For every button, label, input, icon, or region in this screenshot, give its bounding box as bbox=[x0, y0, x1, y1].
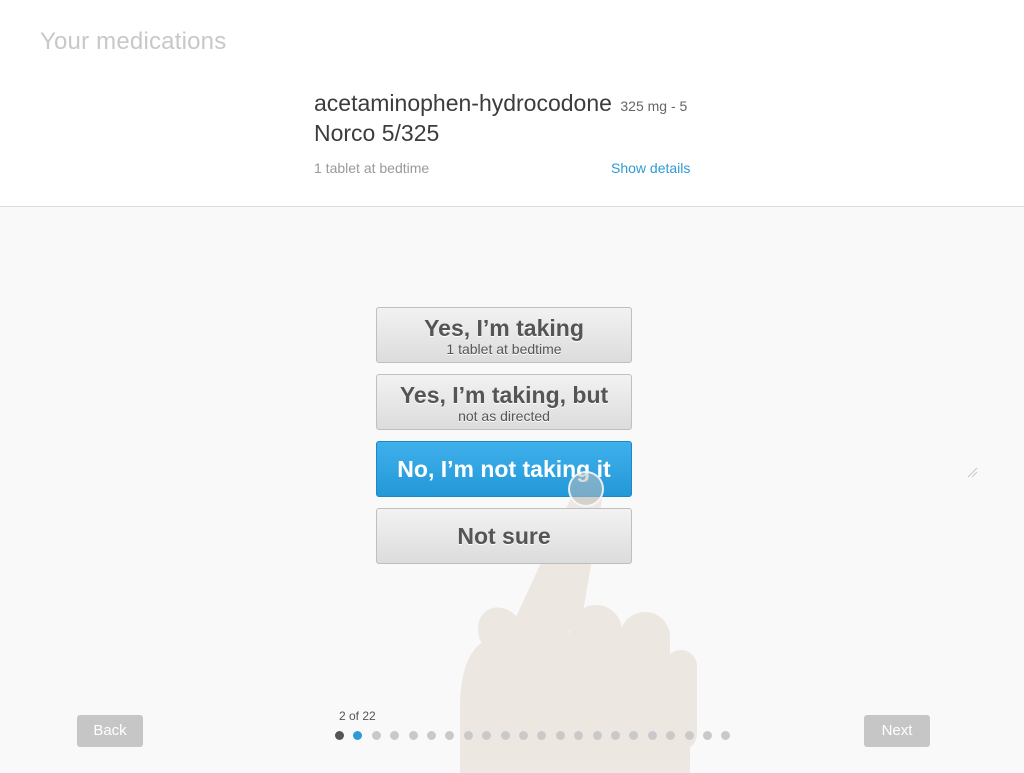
medication-header: Your medications acetaminophen-hydrocodo… bbox=[0, 0, 1024, 207]
medication-brand: Norco 5/325 bbox=[314, 120, 440, 146]
page-title: Your medications bbox=[40, 28, 227, 55]
progress-dot bbox=[647, 731, 657, 740]
back-button[interactable]: Back bbox=[77, 715, 143, 747]
option-sublabel: not as directed bbox=[458, 408, 550, 424]
next-button[interactable]: Next bbox=[864, 715, 930, 747]
medication-dose: 325 mg - 5 bbox=[620, 98, 688, 114]
progress-dot bbox=[463, 731, 473, 740]
progress-counter: 2 of 22 bbox=[339, 709, 376, 723]
option-sublabel: 1 tablet at bedtime bbox=[446, 341, 562, 357]
touch-indicator bbox=[568, 471, 604, 507]
option-label: Not sure bbox=[457, 523, 551, 549]
progress-dot bbox=[592, 731, 602, 740]
progress-dot bbox=[408, 731, 418, 740]
progress-dot bbox=[390, 731, 400, 740]
resize-handle-icon[interactable] bbox=[966, 466, 978, 478]
progress-dot bbox=[519, 731, 528, 740]
progress-dot bbox=[703, 731, 712, 740]
progress-dot bbox=[555, 731, 565, 740]
option-label: Yes, I’m taking bbox=[424, 315, 584, 341]
medication-instructions: 1 tablet at bedtime bbox=[314, 160, 430, 176]
show-details-link[interactable]: Show details bbox=[611, 160, 690, 176]
progress-dot bbox=[721, 731, 731, 740]
medication-name-line: acetaminophen-hydrocodone 325 mg - 5 bbox=[314, 90, 687, 117]
option-yes-taking[interactable]: Yes, I’m taking 1 tablet at bedtime bbox=[376, 307, 632, 363]
progress-dot bbox=[353, 731, 363, 740]
progress-dot bbox=[427, 731, 436, 740]
option-yes-not-as-directed[interactable]: Yes, I’m taking, but not as directed bbox=[376, 374, 632, 430]
medication-name: acetaminophen-hydrocodone bbox=[314, 90, 612, 116]
progress-dot bbox=[335, 731, 344, 740]
option-label: Yes, I’m taking, but bbox=[399, 382, 609, 408]
progress-dot bbox=[371, 731, 381, 740]
progress-dot bbox=[500, 731, 510, 740]
option-not-sure[interactable]: Not sure bbox=[376, 508, 632, 564]
progress-dot bbox=[611, 731, 620, 740]
progress-dot bbox=[684, 731, 694, 740]
